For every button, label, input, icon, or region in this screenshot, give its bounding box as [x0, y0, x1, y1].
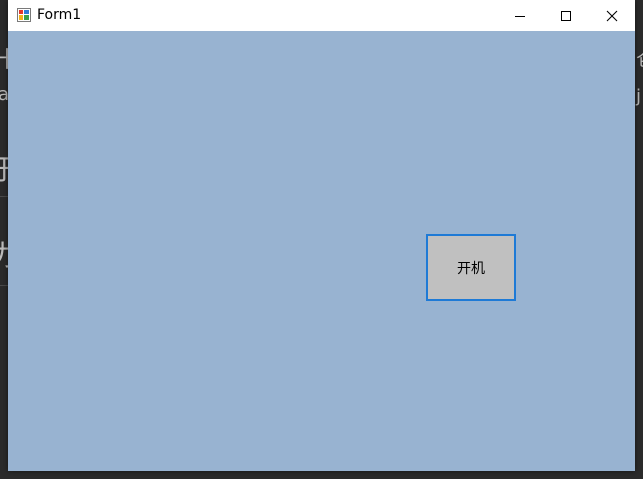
background-divider [0, 196, 8, 197]
maximize-icon [561, 10, 571, 21]
background-divider [0, 285, 8, 286]
form-client-area: 开机 [8, 31, 635, 471]
background-text-fragment: 仑 [636, 52, 643, 70]
title-bar[interactable]: Form1 [8, 0, 635, 31]
power-on-button[interactable]: 开机 [426, 234, 516, 301]
minimize-button[interactable] [497, 0, 543, 31]
form-window: Form1 开机 [8, 0, 635, 471]
app-form-icon [17, 8, 31, 22]
maximize-button[interactable] [543, 0, 589, 31]
background-text-fragment: j [636, 86, 642, 107]
minimize-icon [515, 15, 525, 17]
window-title: Form1 [37, 7, 82, 23]
close-icon [606, 10, 618, 21]
close-button[interactable] [589, 0, 635, 31]
